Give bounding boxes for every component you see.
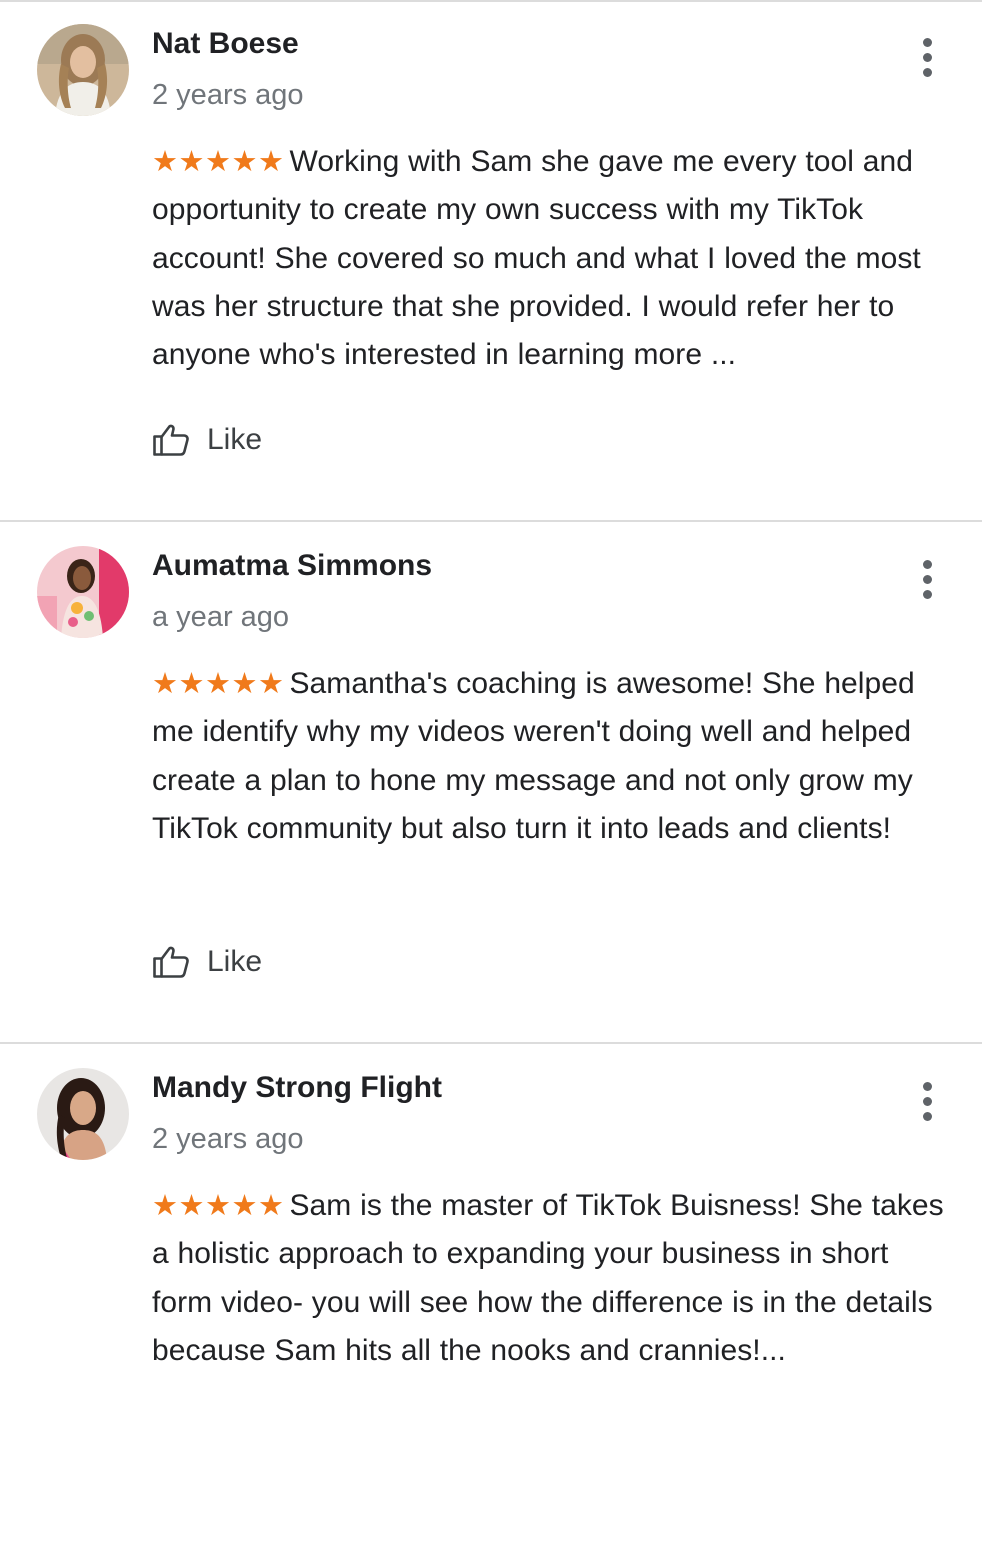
star-rating-icons: ★★★★★ [152,666,285,700]
reviewer-name[interactable]: Nat Boese [152,26,299,62]
review-timestamp: 2 years ago [152,79,304,111]
more-vert-icon-dot [922,1096,932,1106]
like-label: Like [207,945,263,978]
reviewer-name[interactable]: Aumatma Simmons [152,548,432,584]
star-rating-icons: ★★★★★ [152,1188,285,1222]
review-text-block: ★★★★★ Working with Sam she gave me every … [152,137,952,379]
review-timestamp: a year ago [152,601,290,633]
review-card: Nat Boese 2 years ago ★★★★★ Working with … [0,0,982,522]
more-options-button[interactable] [908,34,946,80]
reviewer-avatar[interactable] [37,24,129,116]
reviewer-avatar[interactable] [37,546,129,638]
thumb-up-icon [152,423,190,457]
more-vert-icon-dot [922,67,932,77]
review-text: Working with Sam she gave me every tool … [152,145,921,372]
review-text-block: ★★★★★ Samantha's coaching is awesome! She… [152,659,952,853]
more-vert-icon-dot [922,589,932,599]
more-vert-icon-dot [922,1111,932,1121]
review-card: Aumatma Simmons a year ago ★★★★★ Samantha… [0,522,982,1044]
more-vert-icon-dot [922,37,932,47]
reviewer-name[interactable]: Mandy Strong Flight [152,1070,442,1106]
more-vert-icon-dot [922,574,932,584]
like-button[interactable]: Like [152,937,262,987]
more-vert-icon-dot [922,559,932,569]
like-label: Like [207,423,263,456]
review-card: Mandy Strong Flight 2 years ago ★★★★★ Sam… [0,1044,982,1566]
more-vert-icon-dot [922,52,932,62]
more-options-button[interactable] [908,556,946,602]
star-rating-icons: ★★★★★ [152,144,285,178]
thumb-up-icon [152,945,190,979]
review-text-block: ★★★★★ Sam is the master of TikTok Buisnes… [152,1181,952,1375]
reviewer-avatar[interactable] [37,1068,129,1160]
like-button[interactable]: Like [152,415,262,465]
more-options-button[interactable] [908,1078,946,1124]
more-vert-icon-dot [922,1081,932,1091]
review-timestamp: 2 years ago [152,1123,304,1155]
